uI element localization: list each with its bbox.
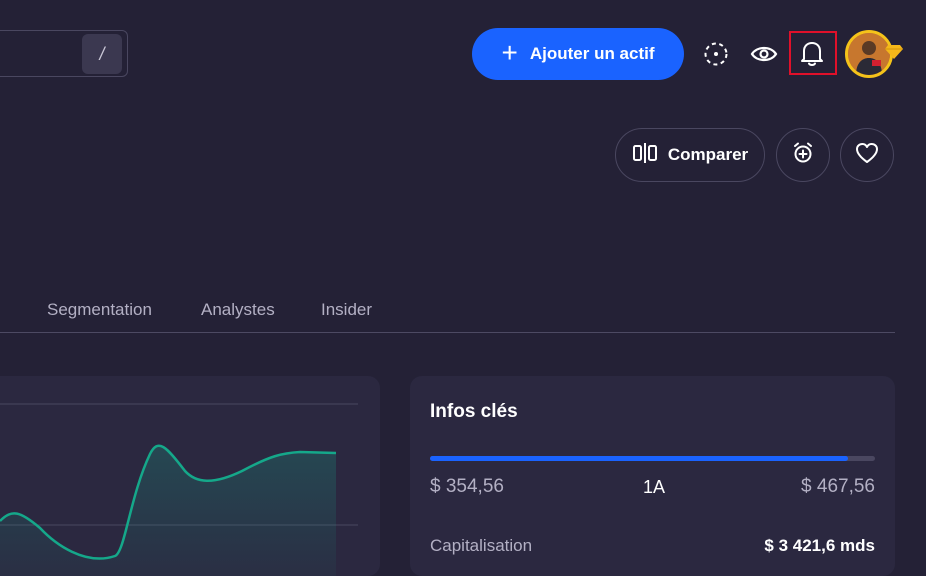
price-range-fill	[430, 456, 849, 461]
favorite-button[interactable]	[840, 128, 894, 182]
price-chart-card[interactable]	[0, 376, 380, 576]
alarm-add-icon	[791, 141, 815, 170]
add-asset-label: Ajouter un actif	[529, 44, 655, 63]
eye-icon[interactable]	[749, 40, 779, 68]
bell-highlight-box	[789, 31, 837, 75]
market-cap-label: Capitalisation	[430, 536, 533, 555]
price-area	[0, 445, 336, 576]
diamond-icon	[885, 44, 903, 65]
heart-icon	[855, 142, 879, 169]
range-low-value: $ 354,56	[430, 476, 504, 497]
compare-icon	[632, 142, 658, 169]
price-chart	[0, 403, 358, 576]
price-range-bar	[430, 456, 875, 461]
tab-segmentation[interactable]: Segmentation	[47, 300, 152, 320]
tab-analystes[interactable]: Analystes	[201, 300, 275, 320]
add-asset-button[interactable]: + Ajouter un actif	[472, 28, 684, 80]
range-period-label: 1A	[643, 477, 666, 497]
tab-insider[interactable]: Insider	[321, 300, 372, 320]
plus-icon: +	[501, 37, 518, 68]
tabs-divider	[0, 332, 895, 333]
key-info-card: Infos clés $ 354,56 1A $ 467,56 Capitali…	[410, 376, 895, 576]
search-shortcut-key: /	[82, 34, 122, 74]
add-alert-button[interactable]	[776, 128, 830, 182]
range-high-value: $ 467,56	[801, 476, 875, 497]
compare-label: Comparer	[667, 145, 749, 164]
dashed-circle-icon[interactable]	[702, 40, 730, 68]
compare-button[interactable]: Comparer	[615, 128, 765, 182]
key-info-title: Infos clés	[430, 401, 518, 422]
market-cap-value: $ 3 421,6 mds	[764, 536, 875, 555]
